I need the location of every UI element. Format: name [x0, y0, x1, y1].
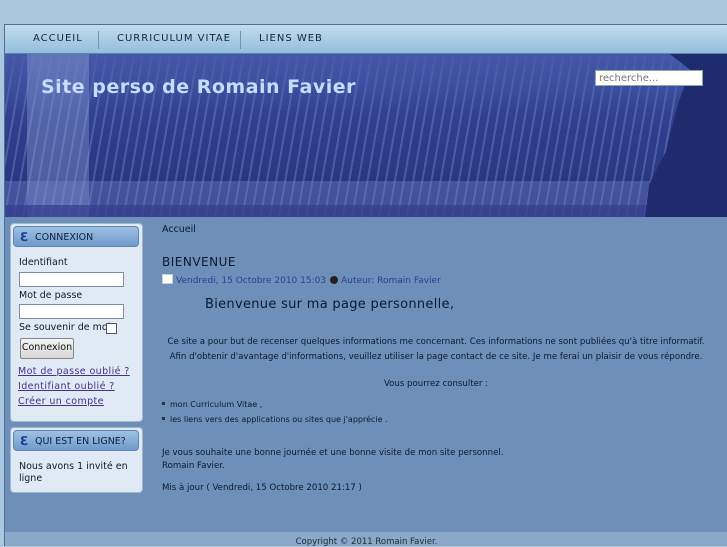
nav-item-liens-web[interactable]: LIENS WEB: [259, 33, 323, 44]
updated-text: Mis à jour ( Vendredi, 15 Octobre 2010 2…: [162, 483, 362, 493]
intro-paragraph: Ce site a pour but de recenser quelques …: [167, 337, 705, 362]
joomla-icon: ℇ: [20, 230, 28, 244]
list-item: mon Curriculum Vitae ,: [162, 400, 262, 409]
username-field[interactable]: [19, 272, 124, 287]
remember-checkbox[interactable]: [106, 323, 117, 334]
nav-separator: [240, 31, 241, 49]
signature: Romain Favier.: [162, 461, 225, 471]
closing-line: Je vous souhaite une bonne journée et un…: [162, 448, 504, 458]
list-item-text[interactable]: les liens vers des applications ou sites…: [170, 415, 388, 424]
list-item: les liens vers des applications ou sites…: [162, 415, 388, 424]
copyright-text: Copyright © 2011 Romain Favier.: [295, 537, 438, 547]
main-nav: ACCUEIL CURRICULUM VITAE LIENS WEB: [5, 25, 727, 54]
online-module-title: QUI EST EN LIGNE?: [35, 436, 126, 447]
article-title: BIENVENUE: [162, 255, 236, 269]
password-field[interactable]: [19, 304, 124, 319]
online-text: Nous avons 1 invité en ligne: [19, 461, 128, 484]
search-input[interactable]: [595, 70, 703, 86]
header-banner: Site perso de Romain Favier: [5, 54, 727, 217]
nav-item-curriculum-vitae[interactable]: CURRICULUM VITAE: [117, 33, 231, 44]
page-container: ACCUEIL CURRICULUM VITAE LIENS WEB Site …: [4, 24, 727, 547]
login-module-header: ℇ CONNEXION: [13, 226, 139, 247]
password-label: Mot de passe: [19, 290, 83, 301]
user-icon: [330, 276, 339, 284]
article-meta: Vendredi, 15 Octobre 2010 15:03 Auteur: R…: [162, 274, 441, 286]
login-module: ℇ CONNEXION Identifiant Mot de passe Se …: [10, 223, 143, 422]
forgot-password-link[interactable]: Mot de passe oublié ?: [18, 366, 130, 377]
article-date: Vendredi, 15 Octobre 2010 15:03: [176, 276, 327, 286]
calendar-icon: [162, 274, 173, 284]
joomla-icon: ℇ: [20, 434, 28, 448]
online-module-header: ℇ QUI EST EN LIGNE?: [13, 430, 139, 451]
article-author: Auteur: Romain Favier: [341, 276, 441, 286]
consult-text: Vous pourrez consulter :: [383, 379, 489, 389]
breadcrumb: Accueil: [162, 224, 196, 235]
welcome-heading: Bienvenue sur ma page personnelle,: [205, 297, 455, 312]
footer: Copyright © 2011 Romain Favier.: [5, 532, 727, 547]
main-content: Accueil BIENVENUE Vendredi, 15 Octobre 2…: [147, 217, 727, 531]
nav-item-accueil[interactable]: ACCUEIL: [33, 33, 83, 44]
login-module-title: CONNEXION: [35, 232, 94, 243]
banner-band: [5, 205, 727, 217]
create-account-link[interactable]: Créer un compte: [18, 396, 104, 407]
nav-separator: [98, 31, 99, 49]
online-module: ℇ QUI EST EN LIGNE? Nous avons 1 invité …: [10, 427, 143, 493]
list-item-text[interactable]: mon Curriculum Vitae ,: [170, 400, 262, 409]
username-label: Identifiant: [19, 257, 68, 268]
login-button[interactable]: Connexion: [20, 338, 74, 359]
banner-stripe: [5, 181, 727, 205]
site-title[interactable]: Site perso de Romain Favier: [41, 76, 356, 98]
bullet-icon: [162, 417, 165, 420]
forgot-username-link[interactable]: Identifiant oublié ?: [18, 381, 115, 392]
bullet-icon: [162, 402, 165, 405]
remember-label: Se souvenir de moi: [19, 322, 111, 333]
